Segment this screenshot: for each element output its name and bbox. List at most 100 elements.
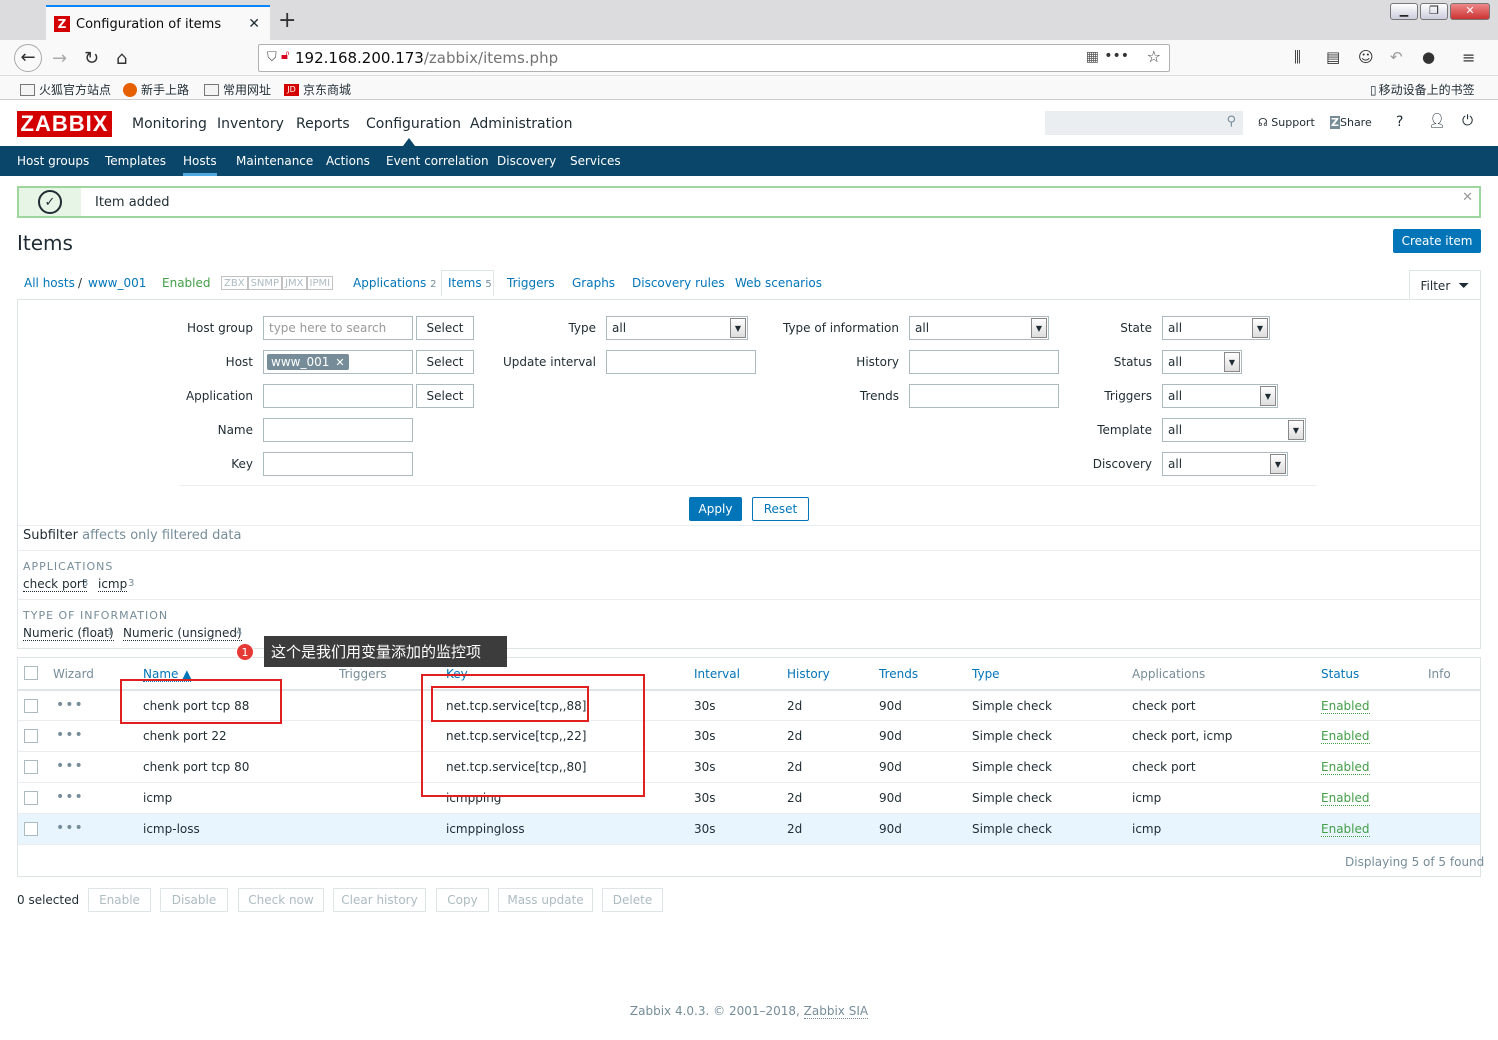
subnav-maintenance[interactable]: Maintenance	[236, 154, 313, 168]
breadcrumb-items[interactable]: Items 5	[448, 276, 492, 290]
create-item-button[interactable]: Create item	[1393, 229, 1481, 253]
forward-icon[interactable]: →	[52, 48, 67, 69]
subnav-services[interactable]: Services	[570, 154, 621, 168]
user-profile-icon[interactable]: 👤︎	[1428, 113, 1446, 129]
new-tab-icon[interactable]: +	[278, 8, 296, 33]
type-select[interactable]: all ▼	[606, 316, 748, 340]
wizard-menu-icon[interactable]: •••	[56, 697, 84, 713]
item-name-link[interactable]: icmp	[143, 791, 172, 805]
subfilter-app-check-port[interactable]: check port	[23, 577, 87, 592]
item-status[interactable]: Enabled	[1321, 699, 1370, 714]
breadcrumb-discovery-rules[interactable]: Discovery rules	[632, 276, 725, 290]
check-now-button[interactable]: Check now	[238, 888, 324, 912]
menu-administration[interactable]: Administration	[470, 116, 572, 132]
subfilter-type-unsigned[interactable]: Numeric (unsigned)	[123, 626, 242, 641]
close-tab-icon[interactable]: ✕	[248, 16, 260, 32]
menu-reports[interactable]: Reports	[296, 116, 350, 132]
template-select[interactable]: all ▼	[1162, 418, 1306, 442]
mass-update-button[interactable]: Mass update	[498, 888, 593, 912]
subnav-actions[interactable]: Actions	[326, 154, 370, 168]
bookmark-star-icon[interactable]: ☆	[1147, 47, 1161, 66]
support-link[interactable]: ☊ Support	[1258, 116, 1315, 129]
item-name-link[interactable]: icmp-loss	[143, 822, 200, 836]
footer-link[interactable]: Zabbix SIA	[803, 1004, 869, 1019]
wizard-menu-icon[interactable]: •••	[56, 727, 84, 743]
item-status[interactable]: Enabled	[1321, 791, 1370, 806]
host-input[interactable]: www_001 ✕	[263, 350, 413, 374]
subfilter-type-float[interactable]: Numeric (float)	[23, 626, 114, 641]
host-select-button[interactable]: Select	[416, 350, 474, 374]
update-interval-input[interactable]	[606, 350, 756, 374]
account-icon[interactable]: ☺	[1358, 48, 1374, 66]
subfilter-app-icmp[interactable]: icmp	[98, 577, 128, 592]
undo-icon[interactable]: ↶	[1390, 48, 1403, 66]
mobile-bookmarks[interactable]: ▯ 移动设备上的书签	[1370, 81, 1475, 98]
subnav-templates[interactable]: Templates	[105, 154, 166, 168]
status-select[interactable]: all ▼	[1162, 350, 1242, 374]
subnav-event-correlation[interactable]: Event correlation	[386, 154, 489, 168]
subnav-hosts[interactable]: Hosts	[183, 154, 217, 176]
bookmark-item[interactable]: JD 京东商城	[284, 81, 351, 98]
row-checkbox[interactable]	[24, 822, 38, 836]
breadcrumb-host[interactable]: www_001	[88, 276, 146, 290]
search-icon[interactable]: ⚲	[1226, 114, 1236, 129]
header-status[interactable]: Status	[1321, 667, 1359, 681]
zabbix-logo[interactable]: ZABBIX	[17, 111, 112, 137]
close-message-icon[interactable]: ✕	[1462, 190, 1473, 205]
name-input[interactable]	[263, 418, 413, 442]
close-window-button[interactable]: ✕	[1450, 3, 1490, 20]
chat-icon[interactable]: ●	[1422, 48, 1435, 66]
maximize-button[interactable]: ❐	[1420, 3, 1448, 20]
key-input[interactable]	[263, 452, 413, 476]
qr-code-icon[interactable]: ▦	[1086, 49, 1099, 65]
reset-button[interactable]: Reset	[752, 497, 809, 521]
header-interval[interactable]: Interval	[694, 667, 740, 681]
wizard-menu-icon[interactable]: •••	[56, 789, 84, 805]
bookmark-item[interactable]: 新手上路	[123, 81, 189, 98]
item-status[interactable]: Enabled	[1321, 729, 1370, 744]
wizard-menu-icon[interactable]: •••	[56, 820, 84, 836]
library-icon[interactable]: ⫼	[1294, 48, 1301, 66]
breadcrumb-web-scenarios[interactable]: Web scenarios	[735, 276, 822, 290]
host-group-select-button[interactable]: Select	[416, 316, 474, 340]
trends-input[interactable]	[909, 384, 1059, 408]
header-type[interactable]: Type	[972, 667, 1000, 681]
item-status[interactable]: Enabled	[1321, 760, 1370, 775]
host-group-input[interactable]: type here to search	[263, 316, 413, 340]
state-select[interactable]: all ▼	[1162, 316, 1270, 340]
breadcrumb-graphs[interactable]: Graphs	[572, 276, 615, 290]
enable-button[interactable]: Enable	[88, 888, 151, 912]
application-input[interactable]	[263, 384, 413, 408]
row-checkbox[interactable]	[24, 699, 38, 713]
browser-tab[interactable]: Z Configuration of items ✕	[46, 5, 270, 41]
breadcrumb-all-hosts[interactable]: All hosts	[24, 276, 75, 290]
sign-out-icon[interactable]: ⏻	[1462, 113, 1473, 129]
menu-monitoring[interactable]: Monitoring	[132, 116, 207, 132]
history-input[interactable]	[909, 350, 1059, 374]
application-select-button[interactable]: Select	[416, 384, 474, 408]
minimize-button[interactable]: ▁	[1390, 3, 1418, 20]
wizard-menu-icon[interactable]: •••	[56, 758, 84, 774]
home-icon[interactable]: ⌂	[116, 48, 127, 69]
copy-button[interactable]: Copy	[436, 888, 489, 912]
sidebar-icon[interactable]: ▤	[1326, 48, 1340, 66]
header-history[interactable]: History	[787, 667, 830, 681]
disable-button[interactable]: Disable	[160, 888, 228, 912]
item-name-link[interactable]: chenk port tcp 80	[143, 760, 249, 774]
menu-configuration[interactable]: Configuration	[366, 116, 461, 132]
back-icon[interactable]: ←	[14, 44, 42, 72]
search-input[interactable]: ⚲	[1045, 111, 1243, 135]
subnav-host-groups[interactable]: Host groups	[17, 154, 89, 168]
delete-button[interactable]: Delete	[602, 888, 663, 912]
discovery-select[interactable]: all ▼	[1162, 452, 1288, 476]
apply-button[interactable]: Apply	[689, 497, 742, 521]
address-bar[interactable]: ⛉ 🔓︎ 192.168.200.173/zabbix/items.php ▦ …	[258, 44, 1170, 72]
row-checkbox[interactable]	[24, 729, 38, 743]
subnav-discovery[interactable]: Discovery	[497, 154, 556, 168]
bookmark-item[interactable]: 常用网址	[204, 81, 271, 98]
item-name-link[interactable]: chenk port 22	[143, 729, 227, 743]
menu-icon[interactable]: ≡	[1462, 48, 1475, 67]
reload-icon[interactable]: ↻	[84, 48, 99, 69]
type-of-information-select[interactable]: all ▼	[909, 316, 1049, 340]
header-trends[interactable]: Trends	[879, 667, 918, 681]
